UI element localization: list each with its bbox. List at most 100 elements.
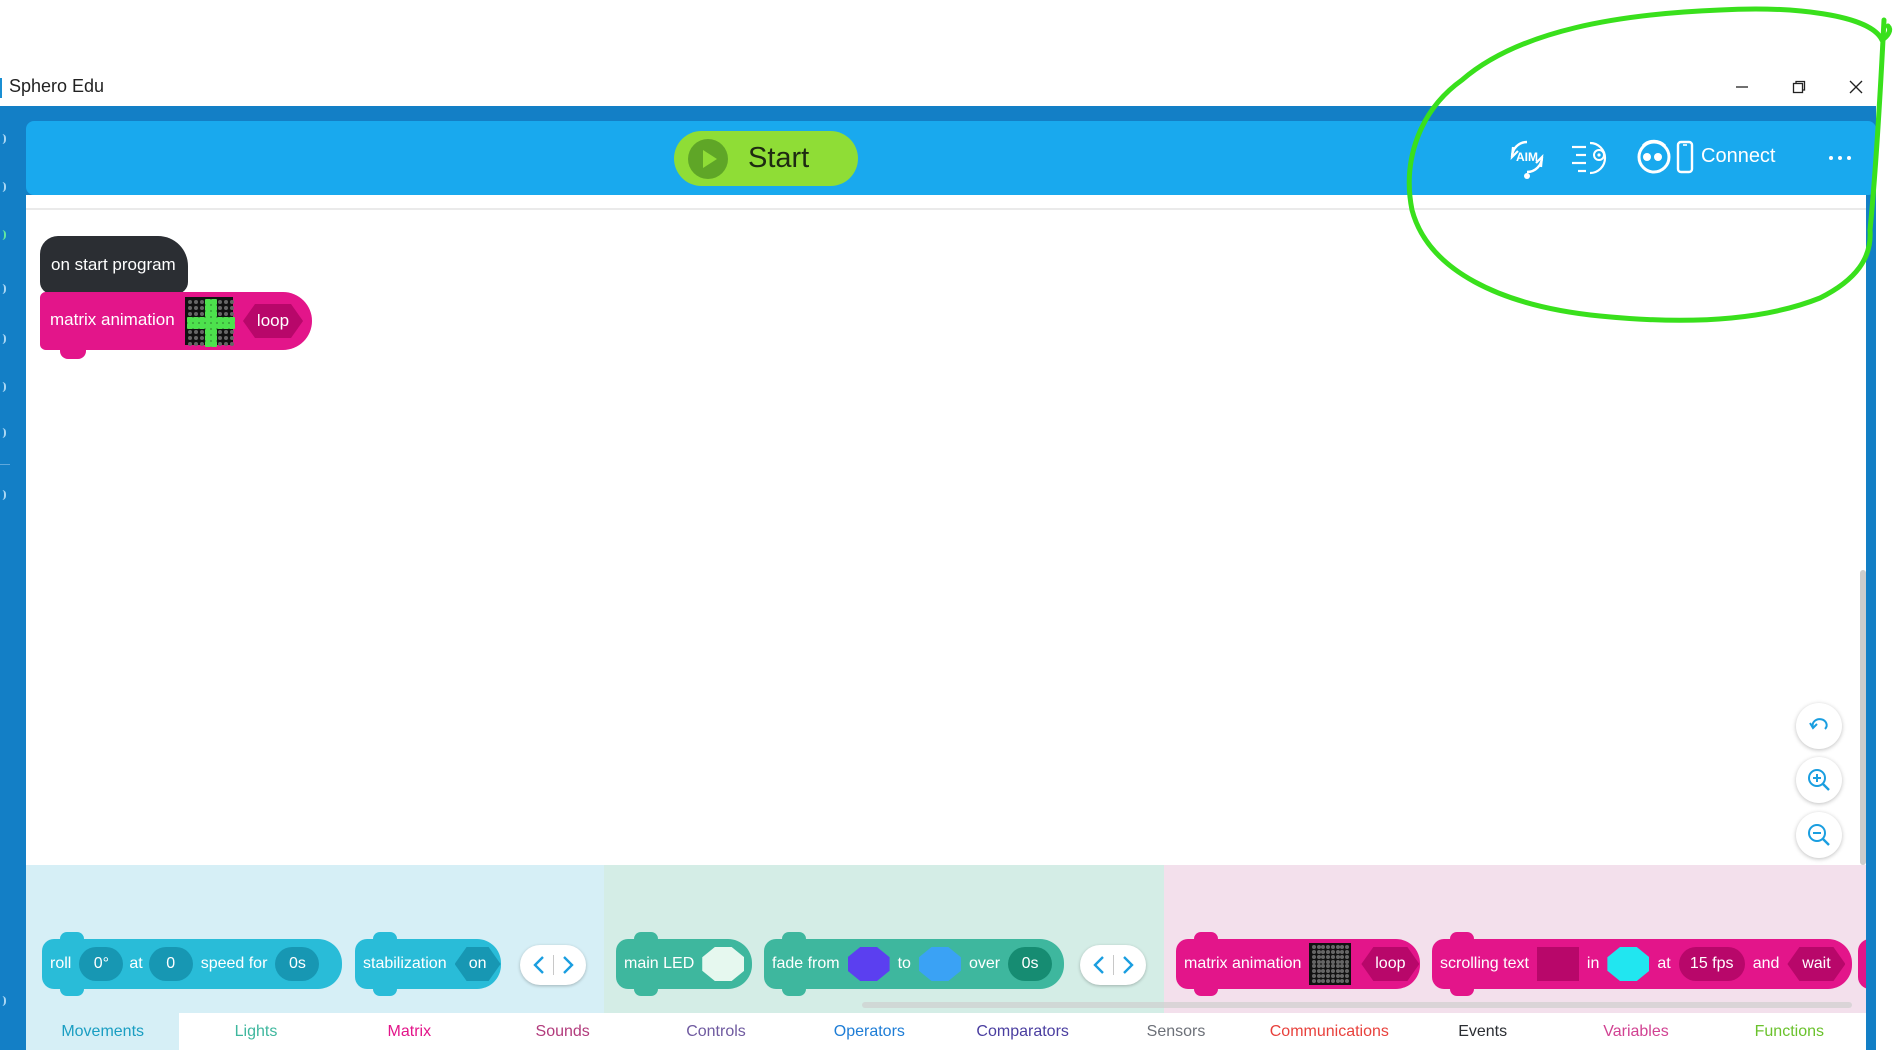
chevron-left-icon	[532, 956, 544, 974]
zoom-in-button[interactable]	[1796, 757, 1842, 803]
sidebar-item-3[interactable]	[0, 230, 6, 240]
fade-from-label: fade from	[772, 955, 840, 972]
tab-variables[interactable]: Variables	[1559, 1013, 1712, 1050]
scrolling-text-color-picker[interactable]	[1607, 947, 1650, 981]
phone-icon	[1676, 140, 1694, 174]
undo-button[interactable]	[1796, 703, 1842, 749]
stabilization-block[interactable]: stabilization on	[355, 932, 501, 996]
roll-speed-for-label: speed for	[200, 955, 268, 972]
scrolling-text-at-label: at	[1657, 955, 1671, 972]
roll-at-label: at	[129, 955, 143, 972]
tab-comparators[interactable]: Comparators	[946, 1013, 1099, 1050]
palette-matrix-animation-block[interactable]: matrix animation loop	[1176, 932, 1420, 996]
roll-label: roll	[50, 955, 72, 972]
palette-matrix-label: matrix animation	[1184, 955, 1302, 972]
sidebar-item-7[interactable]	[0, 428, 6, 438]
minimize-button[interactable]	[1714, 68, 1770, 106]
start-label: Start	[748, 142, 810, 174]
canvas-vertical-scrollbar[interactable]	[1860, 570, 1866, 865]
scrolling-text-fps-input[interactable]: 15 fps	[1678, 947, 1745, 981]
canvas-top-divider	[26, 195, 1866, 210]
palette-next-block-partial[interactable]	[1858, 939, 1866, 989]
sidebar-item-2[interactable]	[0, 182, 6, 192]
fade-duration-input[interactable]: 0s	[1008, 947, 1053, 981]
sidebar-item-1[interactable]	[0, 134, 6, 144]
zoom-in-icon	[1808, 769, 1830, 791]
close-button[interactable]	[1828, 68, 1884, 106]
fade-block[interactable]: fade from to over 0s	[764, 932, 1064, 996]
matrix-animation-block[interactable]: matrix animation loop	[40, 292, 312, 359]
aim-icon: AIM	[1510, 140, 1544, 179]
tab-lights[interactable]: Lights	[179, 1013, 332, 1050]
window-title: Sphero Edu	[9, 76, 105, 96]
palette-matrix-preview[interactable]	[1309, 943, 1352, 985]
restore-icon	[1792, 80, 1806, 94]
tab-matrix[interactable]: Matrix	[333, 1013, 486, 1050]
sidebar-item-9[interactable]	[0, 996, 6, 1006]
sidebar-divider	[0, 464, 10, 465]
sphero-edu-window: { "window": { "title": "Sphero Edu" }, "…	[0, 0, 1896, 1050]
chevron-left-icon	[1092, 956, 1104, 974]
tab-operators[interactable]: Operators	[793, 1013, 946, 1050]
scrolling-text-in-label: in	[1586, 955, 1600, 972]
main-led-color-picker[interactable]	[702, 947, 745, 981]
fade-to-color-picker[interactable]	[918, 947, 961, 981]
sidebar-item-8[interactable]	[0, 490, 6, 500]
lights-palette-nav[interactable]	[1080, 945, 1146, 985]
tab-controls[interactable]: Controls	[639, 1013, 792, 1050]
main-led-block[interactable]: main LED	[616, 932, 752, 996]
roll-heading-input[interactable]: 0°	[79, 947, 124, 981]
fade-to-label: to	[897, 955, 911, 972]
start-button[interactable]: Start	[674, 131, 858, 186]
roll-speed-input[interactable]: 0	[148, 947, 193, 981]
more-button[interactable]	[1822, 143, 1858, 173]
chevron-right-icon	[1122, 956, 1134, 974]
chevron-right-icon	[562, 956, 574, 974]
movements-palette-nav[interactable]	[520, 945, 586, 985]
sidebar-item-5[interactable]	[0, 334, 6, 344]
title-bar: Sphero Edu	[0, 68, 1896, 106]
aim-button[interactable]: AIM	[1504, 135, 1550, 179]
sidebar-item-6[interactable]	[0, 382, 6, 392]
palette-horizontal-scrollbar[interactable]	[862, 1002, 1852, 1008]
app-icon-accent	[0, 78, 2, 98]
tab-sounds[interactable]: Sounds	[486, 1013, 639, 1050]
roll-duration-input[interactable]: 0s	[275, 947, 320, 981]
tab-functions[interactable]: Functions	[1713, 1013, 1866, 1050]
zoom-out-icon	[1808, 824, 1830, 846]
fade-over-label: over	[968, 955, 1001, 972]
main-led-label: main LED	[624, 955, 695, 972]
stabilization-label: stabilization	[363, 955, 447, 972]
left-sidebar	[0, 106, 26, 1050]
tab-sensors[interactable]: Sensors	[1099, 1013, 1252, 1050]
block-palette: roll 0° at 0 speed for 0s stabilization …	[26, 865, 1866, 1013]
play-icon	[688, 138, 728, 179]
scrolling-text-block[interactable]: scrolling text in at 15 fps and wait	[1432, 932, 1852, 996]
category-tabs: Movements Lights Matrix Sounds Controls Opera…	[26, 1013, 1866, 1050]
tab-communications[interactable]: Communications	[1253, 1013, 1406, 1050]
fade-from-color-picker[interactable]	[847, 947, 890, 981]
matrix-block-label: matrix animation	[50, 310, 175, 329]
drive-icon	[1572, 141, 1607, 175]
more-icon	[1829, 156, 1833, 160]
matrix-loop-dropdown[interactable]: loop	[243, 304, 303, 338]
sidebar-item-4[interactable]	[0, 284, 6, 294]
robot-connect-icon-group[interactable]	[1634, 135, 1696, 179]
palette-matrix-loop-dropdown[interactable]: loop	[1361, 947, 1419, 981]
roll-block[interactable]: roll 0° at 0 speed for 0s	[42, 932, 342, 996]
zoom-out-button[interactable]	[1796, 812, 1842, 858]
scrolling-text-wait-dropdown[interactable]: wait	[1787, 947, 1845, 981]
drive-button[interactable]	[1568, 135, 1614, 179]
restore-button[interactable]	[1771, 68, 1827, 106]
scrolling-text-input[interactable]	[1536, 947, 1579, 981]
aim-text: AIM	[1516, 150, 1538, 164]
on-start-program-block[interactable]: on start program	[40, 236, 188, 302]
connect-button[interactable]: Connect	[1701, 145, 1776, 168]
undo-icon	[1809, 718, 1828, 730]
minimize-icon	[1736, 86, 1748, 88]
stabilization-dropdown[interactable]: on	[455, 947, 501, 981]
tab-movements[interactable]: Movements	[26, 1013, 180, 1050]
matrix-animation-preview[interactable]	[185, 297, 235, 347]
tab-events[interactable]: Events	[1406, 1013, 1559, 1050]
scrolling-text-and-label: and	[1752, 955, 1780, 972]
